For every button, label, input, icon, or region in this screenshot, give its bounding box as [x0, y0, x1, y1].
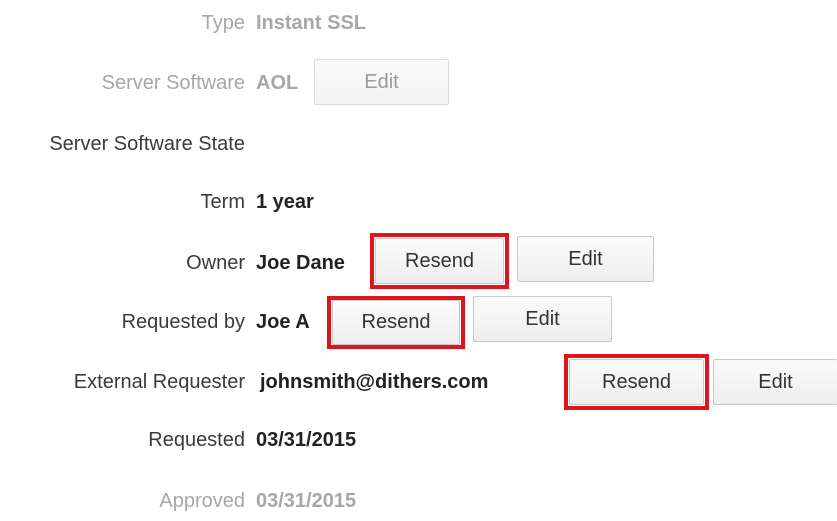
- field-approved: Approved 03/31/2015: [0, 481, 837, 521]
- field-server-software-state: Server Software State: [0, 124, 837, 164]
- field-type: Type Instant SSL: [0, 3, 837, 43]
- server-software-label: Server Software: [101, 72, 245, 94]
- owner-edit-button[interactable]: Edit: [517, 236, 654, 282]
- owner-label: Owner: [186, 252, 245, 274]
- requested-by-edit-button[interactable]: Edit: [473, 296, 612, 342]
- field-term: Term 1 year: [0, 182, 837, 222]
- approved-label: Approved: [159, 490, 245, 512]
- external-requester-resend-button[interactable]: Resend: [569, 359, 704, 405]
- term-value: 1 year: [256, 191, 314, 213]
- requested-label: Requested: [148, 429, 245, 451]
- owner-resend-button[interactable]: Resend: [375, 238, 504, 284]
- owner-value: Joe Dane: [256, 252, 345, 274]
- external-requester-value: johnsmith@dithers.com: [260, 371, 489, 393]
- external-requester-label: External Requester: [73, 371, 245, 393]
- server-software-state-label: Server Software State: [49, 133, 245, 155]
- field-requested: Requested 03/31/2015: [0, 420, 837, 460]
- type-label: Type: [201, 12, 245, 34]
- server-software-edit-button[interactable]: Edit: [314, 59, 449, 105]
- requested-value: 03/31/2015: [256, 429, 357, 451]
- requested-by-value: Joe A: [256, 311, 310, 333]
- term-label: Term: [200, 191, 245, 213]
- server-software-value: AOL: [256, 72, 299, 94]
- type-value: Instant SSL: [256, 12, 367, 34]
- external-requester-edit-button[interactable]: Edit: [713, 359, 837, 405]
- requested-by-label: Requested by: [121, 311, 245, 333]
- field-external-requester: External Requester johnsmith@dithers.com: [0, 362, 837, 402]
- approved-value: 03/31/2015: [256, 490, 357, 512]
- requested-by-resend-button[interactable]: Resend: [332, 300, 460, 345]
